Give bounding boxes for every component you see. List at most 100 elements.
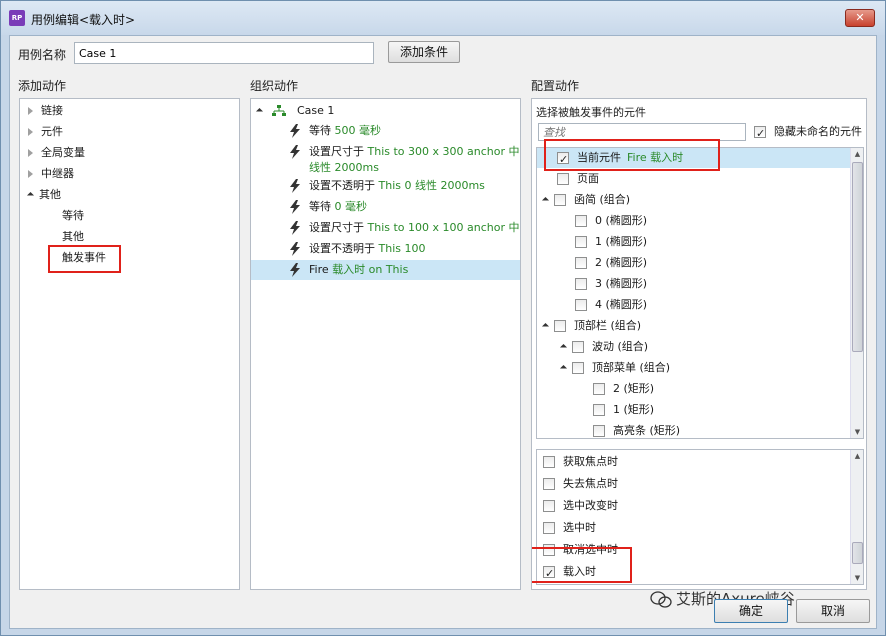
action-row[interactable]: 设置不透明于 This 0 线性 2000ms [289,176,485,196]
collapse-arrow-icon[interactable] [26,191,35,199]
collapse-arrow-icon[interactable] [541,322,550,330]
element-label: 2 (椭圆形) [595,256,648,269]
dialog-window: RP 用例编辑<载入时> ✕ 用例名称 添加条件 添加动作 组织动作 配置动作 … [0,0,886,636]
element-label: 0 (椭圆形) [595,214,648,227]
element-label: 顶部菜单 (组合) [592,361,671,374]
case-node[interactable]: Case 1 [255,101,334,121]
checkbox-icon[interactable] [554,194,566,206]
element-tree-row[interactable]: 页面 [557,169,599,189]
configure-action-panel: 选择被触发事件的元件 隐藏未命名的元件 当前元件Fire 载入时页面函简 (组合… [531,98,867,590]
checkbox-icon[interactable] [575,278,587,290]
checkbox-icon[interactable] [593,425,605,437]
add-action-panel: 链接 元件 全局变量 中继器 其他 等待 其他 触发事件 [19,98,240,590]
annotation-box [544,139,720,171]
organize-action-panel: Case 1 等待 500 毫秒 设置尺寸于 This to 300 x 300… [250,98,521,590]
wechat-icon [650,590,672,608]
checkbox-icon[interactable] [543,522,555,534]
select-element-label: 选择被触发事件的元件 [536,106,646,119]
tree-item-wait[interactable]: 等待 [62,206,84,226]
action-row-continuation: 线性 2000ms [309,161,379,174]
configure-action-heading: 配置动作 [531,79,580,93]
checkbox-icon[interactable] [575,257,587,269]
lightning-icon [290,200,300,214]
element-label: 顶部栏 (组合) [574,319,642,332]
element-label: 页面 [577,172,599,185]
event-row[interactable]: 获取焦点时 [543,452,618,472]
element-tree-row[interactable]: 顶部栏 (组合) [541,316,642,336]
element-tree-row[interactable]: 顶部菜单 (组合) [559,358,671,378]
element-label: 1 (椭圆形) [595,235,648,248]
checkbox-icon[interactable] [572,341,584,353]
expand-arrow-icon[interactable] [28,170,33,178]
element-tree-row[interactable]: 1 (矩形) [579,400,654,420]
tree-item-other[interactable]: 其他 [26,185,61,205]
checkbox-icon[interactable] [554,320,566,332]
event-row[interactable]: 选中改变时 [543,496,618,516]
checkbox-icon[interactable] [543,456,555,468]
annotation-box [532,547,632,583]
expand-arrow-icon[interactable] [28,149,33,157]
scroll-thumb[interactable] [852,162,863,352]
expand-arrow-icon[interactable] [28,128,33,136]
element-label: 1 (矩形) [613,403,655,416]
tree-item-repeater[interactable]: 中继器 [28,164,74,184]
checkbox-icon[interactable] [593,404,605,416]
event-label: 获取焦点时 [563,455,618,468]
event-row[interactable]: 选中时 [543,518,596,538]
action-row-selected[interactable]: Fire 载入时 on This [289,260,408,280]
collapse-arrow-icon[interactable] [559,343,568,351]
window-title: 用例编辑<载入时> [31,13,136,27]
element-tree-row[interactable]: 0 (椭圆形) [561,211,647,231]
tree-item-global-variable[interactable]: 全局变量 [28,143,85,163]
checkbox-icon[interactable] [575,215,587,227]
scroll-down-icon[interactable]: ▼ [851,428,863,436]
organize-action-heading: 组织动作 [250,79,299,93]
collapse-arrow-icon[interactable] [255,107,264,115]
element-tree-row[interactable]: 1 (椭圆形) [561,232,647,252]
scroll-thumb[interactable] [852,542,863,564]
element-tree-row[interactable]: 3 (椭圆形) [561,274,647,294]
element-tree-row[interactable]: 2 (矩形) [579,379,654,399]
expand-arrow-icon[interactable] [28,107,33,115]
action-row[interactable]: 设置尺寸于 This to 100 x 100 anchor 中心 [289,218,520,238]
element-tree-row[interactable]: 高亮条 (矩形) [579,421,681,438]
element-tree-row[interactable]: 函简 (组合) [541,190,630,210]
collapse-arrow-icon[interactable] [559,364,568,372]
checkbox-icon[interactable] [575,299,587,311]
checkbox-icon[interactable] [543,478,555,490]
action-row[interactable]: 等待 0 毫秒 [289,197,367,217]
axure-app-icon: RP [9,10,25,26]
element-tree-row[interactable]: 2 (椭圆形) [561,253,647,273]
title-bar[interactable]: RP 用例编辑<载入时> ✕ [1,1,885,35]
checkbox-icon[interactable] [557,173,569,185]
element-label: 高亮条 (矩形) [613,424,681,437]
checkbox-icon[interactable] [543,500,555,512]
checkbox-icon[interactable] [572,362,584,374]
add-condition-button[interactable]: 添加条件 [388,41,460,63]
cancel-button[interactable]: 取消 [796,599,870,623]
checkbox-icon[interactable] [593,383,605,395]
close-button[interactable]: ✕ [845,9,875,27]
checkbox-icon[interactable] [575,236,587,248]
case-name-label: 用例名称 [18,48,67,62]
event-row[interactable]: 失去焦点时 [543,474,618,494]
hide-unnamed-checkbox[interactable]: 隐藏未命名的元件 [754,122,862,144]
collapse-arrow-icon[interactable] [541,196,550,204]
event-list-scrollbar[interactable]: ▲ ▼ [850,450,863,584]
element-list-scrollbar[interactable]: ▲ ▼ [850,148,863,438]
checkbox-icon[interactable] [754,124,766,144]
action-row[interactable]: 等待 500 毫秒 [289,121,381,141]
scroll-down-icon[interactable]: ▼ [851,574,863,582]
action-row[interactable]: 设置不透明于 This 100 [289,239,425,259]
element-tree-row[interactable]: 波动 (组合) [559,337,648,357]
element-tree-row[interactable]: 4 (椭圆形) [561,295,647,315]
scroll-up-icon[interactable]: ▲ [851,150,863,158]
tree-item-other-action[interactable]: 其他 [62,227,84,247]
tree-item-link[interactable]: 链接 [28,101,63,121]
lightning-icon [290,263,300,277]
tree-item-widget[interactable]: 元件 [28,122,63,142]
element-label: 4 (椭圆形) [595,298,648,311]
ok-button[interactable]: 确定 [714,599,788,623]
scroll-up-icon[interactable]: ▲ [851,452,863,460]
case-name-input[interactable] [74,42,374,64]
